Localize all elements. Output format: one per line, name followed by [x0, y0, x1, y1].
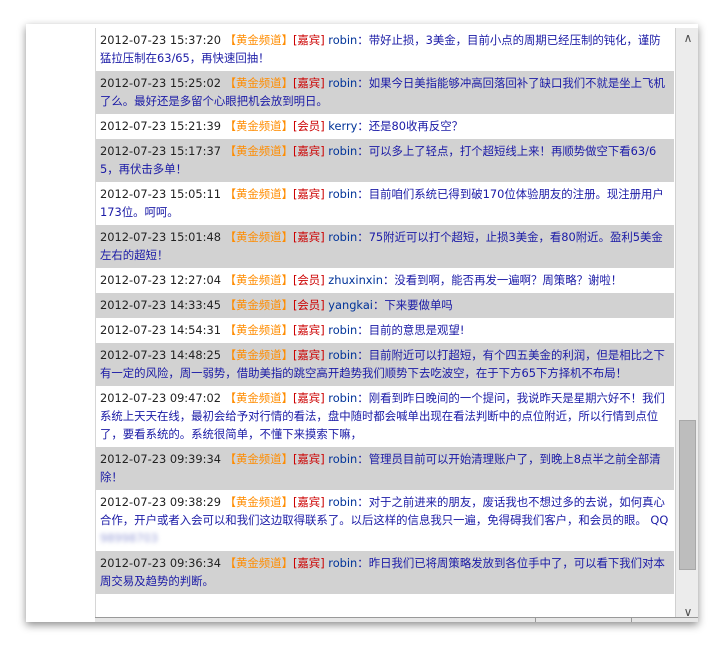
message-username[interactable]: robin: [328, 495, 357, 509]
message-timestamp: 2012-07-23 15:21:39: [100, 119, 221, 133]
chat-window: 2012-07-23 15:37:20 【黄金频道】[嘉宾] robin：带好止…: [26, 24, 698, 622]
chat-message: 2012-07-23 15:21:39 【黄金频道】[会员] kerry：还是8…: [96, 114, 674, 139]
chat-message: 2012-07-23 15:37:20 【黄金频道】[嘉宾] robin：带好止…: [96, 28, 674, 71]
vertical-scrollbar[interactable]: ∧ ∨: [675, 28, 698, 622]
chat-message: 2012-07-23 15:01:48 【黄金频道】[嘉宾] robin：75附…: [96, 225, 674, 268]
message-channel: 【黄金频道】: [224, 495, 293, 509]
scrollbar-thumb[interactable]: [679, 420, 696, 570]
message-username[interactable]: kerry: [328, 119, 357, 133]
message-timestamp: 2012-07-23 14:54:31: [100, 323, 221, 337]
message-role: [嘉宾]: [292, 76, 325, 90]
message-channel: 【黄金频道】: [224, 230, 293, 244]
message-username[interactable]: robin: [328, 323, 357, 337]
message-timestamp: 2012-07-23 09:36:34: [100, 556, 221, 570]
message-role: [会员]: [292, 273, 325, 287]
message-role: [会员]: [292, 119, 325, 133]
message-username[interactable]: robin: [328, 33, 357, 47]
chat-message: 2012-07-23 15:17:37 【黄金频道】[嘉宾] robin：可以多…: [96, 139, 674, 182]
chat-message: 2012-07-23 09:39:34 【黄金频道】[嘉宾] robin：管理员…: [96, 447, 674, 490]
message-text: ：还是80收再反空？: [357, 119, 463, 133]
input-box[interactable]: [535, 618, 632, 622]
message-timestamp: 2012-07-23 15:05:11: [100, 187, 221, 201]
message-channel: 【黄金频道】: [224, 556, 293, 570]
message-list: 2012-07-23 15:37:20 【黄金频道】[嘉宾] robin：带好止…: [96, 28, 674, 594]
message-username[interactable]: robin: [328, 144, 357, 158]
message-timestamp: 2012-07-23 09:39:34: [100, 452, 221, 466]
message-role: [嘉宾]: [292, 391, 325, 405]
message-role: [嘉宾]: [292, 452, 325, 466]
message-channel: 【黄金频道】: [224, 187, 293, 201]
message-timestamp: 2012-07-23 09:38:29: [100, 495, 221, 509]
message-timestamp: 2012-07-23 14:33:45: [100, 298, 221, 312]
message-channel: 【黄金频道】: [224, 144, 293, 158]
message-channel: 【黄金频道】: [224, 452, 293, 466]
message-channel: 【黄金频道】: [224, 298, 293, 312]
message-username[interactable]: zhuxinxin: [328, 273, 383, 287]
message-role: [嘉宾]: [292, 33, 325, 47]
message-role: [嘉宾]: [292, 144, 325, 158]
chat-message: 2012-07-23 09:47:02 【黄金频道】[嘉宾] robin：刚看到…: [96, 386, 674, 447]
message-role: [会员]: [292, 298, 325, 312]
message-channel: 【黄金频道】: [224, 348, 293, 362]
message-channel: 【黄金频道】: [224, 273, 293, 287]
message-role: [嘉宾]: [292, 556, 325, 570]
message-text: ：下来要做单吗: [372, 298, 453, 312]
message-timestamp: 2012-07-23 15:01:48: [100, 230, 221, 244]
chat-message: 2012-07-23 15:05:11 【黄金频道】[嘉宾] robin：目前咱…: [96, 182, 674, 225]
chat-message: 2012-07-23 09:38:29 【黄金频道】[嘉宾] robin：对于之…: [96, 490, 674, 551]
chat-message: 2012-07-23 14:33:45 【黄金频道】[会员] yangkai：下…: [96, 293, 674, 318]
message-username[interactable]: robin: [328, 187, 357, 201]
chat-message: 2012-07-23 14:48:25 【黄金频道】[嘉宾] robin：目前附…: [96, 343, 674, 386]
scroll-up-icon[interactable]: ∧: [678, 29, 698, 47]
message-role: [嘉宾]: [292, 495, 325, 509]
message-role: [嘉宾]: [292, 348, 325, 362]
message-timestamp: 2012-07-23 12:27:04: [100, 273, 221, 287]
message-role: [嘉宾]: [292, 230, 325, 244]
message-username[interactable]: robin: [328, 76, 357, 90]
message-timestamp: 2012-07-23 15:17:37: [100, 144, 221, 158]
message-channel: 【黄金频道】: [224, 76, 293, 90]
message-channel: 【黄金频道】: [224, 119, 293, 133]
message-username[interactable]: robin: [328, 348, 357, 362]
message-timestamp: 2012-07-23 09:47:02: [100, 391, 221, 405]
chat-message: 2012-07-23 14:54:31 【黄金频道】[嘉宾] robin：目前的…: [96, 318, 674, 343]
message-username[interactable]: robin: [328, 391, 357, 405]
chat-message: 2012-07-23 09:36:34 【黄金频道】[嘉宾] robin：昨日我…: [96, 551, 674, 594]
left-panel: [26, 24, 95, 622]
message-timestamp: 2012-07-23 15:25:02: [100, 76, 221, 90]
message-timestamp: 2012-07-23 14:48:25: [100, 348, 221, 362]
chat-message: 2012-07-23 15:25:02 【黄金频道】[嘉宾] robin：如果今…: [96, 71, 674, 114]
chat-message: 2012-07-23 12:27:04 【黄金频道】[会员] zhuxinxin…: [96, 268, 674, 293]
message-text: ：目前的意思是观望!: [357, 323, 465, 337]
redacted-qq-number: 98998703: [100, 531, 158, 545]
message-text: ：没看到啊，能否再发一遍啊？周策略？谢啦！: [382, 273, 623, 287]
message-channel: 【黄金频道】: [224, 391, 293, 405]
message-username[interactable]: robin: [328, 556, 357, 570]
chat-message-pane[interactable]: 2012-07-23 15:37:20 【黄金频道】[嘉宾] robin：带好止…: [95, 28, 698, 622]
message-channel: 【黄金频道】: [224, 323, 293, 337]
message-channel: 【黄金频道】: [224, 33, 293, 47]
message-username[interactable]: robin: [328, 230, 357, 244]
message-username[interactable]: yangkai: [328, 298, 373, 312]
message-timestamp: 2012-07-23 15:37:20: [100, 33, 221, 47]
message-role: [嘉宾]: [292, 323, 325, 337]
message-input-area[interactable]: [95, 617, 698, 622]
message-username[interactable]: robin: [328, 452, 357, 466]
message-role: [嘉宾]: [292, 187, 325, 201]
